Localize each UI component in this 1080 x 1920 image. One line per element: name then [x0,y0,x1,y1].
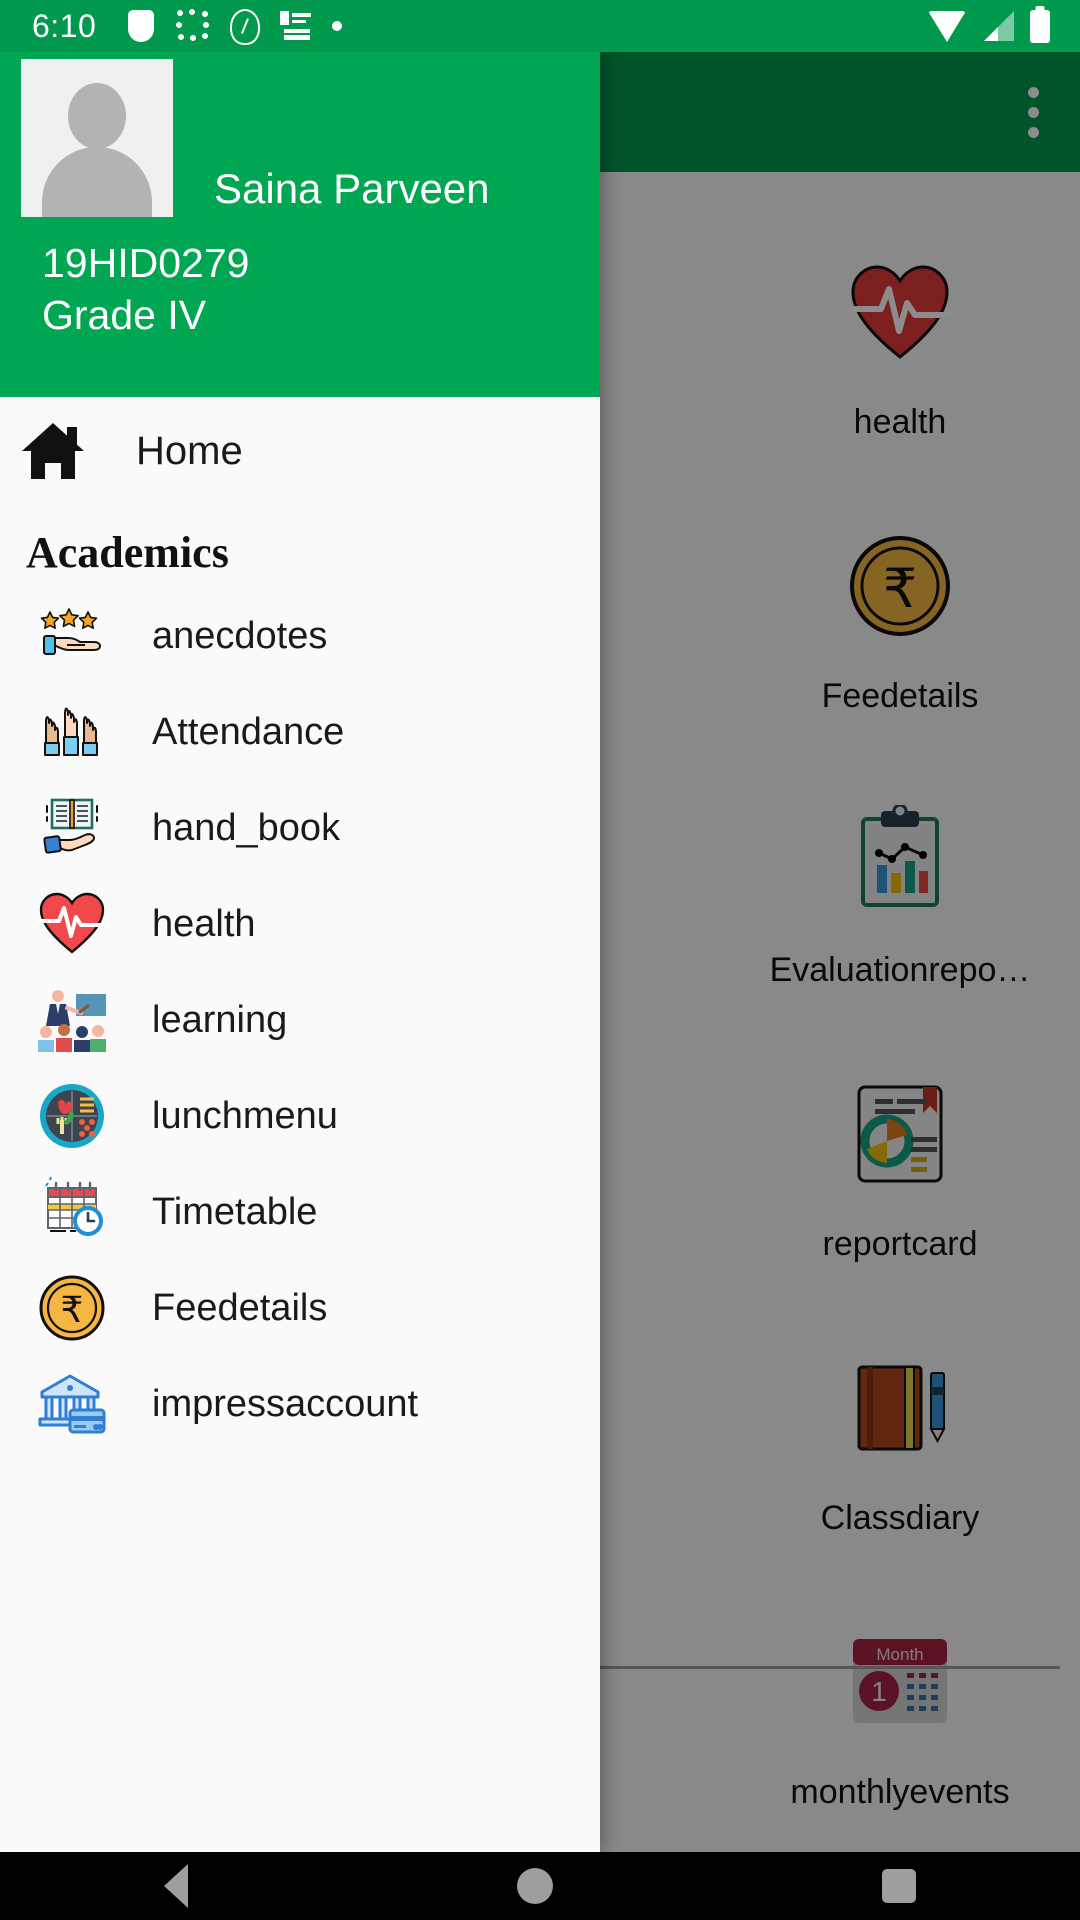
wifi-icon [928,10,966,42]
drawer-item-home[interactable]: Home [0,397,600,505]
drawer-item-feedetails[interactable]: ₹ Feedetails [0,1260,600,1356]
profile-id: 19HID0279 [42,240,250,286]
drawer-item-learning[interactable]: learning [0,972,600,1068]
profile-grade: Grade IV [42,292,207,338]
recents-button[interactable] [881,1869,916,1903]
drawer-item-impressaccount[interactable]: impressaccount [0,1356,600,1452]
raised-hands-icon [36,696,108,768]
shield-badge-icon [124,9,158,43]
system-navigation-bar [0,1852,1080,1920]
drawer-item-hand-book[interactable]: hand_book [0,780,600,876]
status-bar-system-icons [928,9,1050,43]
drawer-item-health[interactable]: health [0,876,600,972]
drawer-item-label: Timetable [152,1190,318,1233]
drawer-item-label: learning [152,998,288,1041]
drawer-item-label: Attendance [152,710,345,753]
cellular-signal-icon [982,11,1014,41]
drawer-item-label: hand_book [152,806,341,849]
food-tray-icon [36,1080,108,1152]
status-bar-clock: 6:10 [32,7,97,44]
status-bar: 6:10 [0,0,1080,52]
back-button[interactable] [164,1864,189,1908]
rupee-coin-icon: ₹ [36,1272,108,1344]
navigation-drawer: Saina Parveen 19HID0279 Grade IV Home Ac… [0,52,600,1852]
drawer-item-label: health [152,902,256,945]
drawer-section-academics: Academics [26,528,229,577]
drawer-item-label: anecdotes [152,614,328,657]
drawer-item-label: Feedetails [152,1286,328,1329]
calendar-clock-icon [36,1176,108,1248]
drawer-item-label: lunchmenu [152,1094,338,1137]
open-book-on-hand-icon [36,792,108,864]
hand-holding-stars-icon [36,600,108,672]
small-dot-icon [332,9,366,43]
drawer-item-lunchmenu[interactable]: lunchmenu [0,1068,600,1164]
classroom-teaching-icon [36,984,108,1056]
svg-text:₹: ₹ [61,1289,84,1330]
drawer-profile-header: Saina Parveen 19HID0279 Grade IV [0,52,600,397]
battery-icon [1030,9,1050,43]
drawer-item-anecdotes[interactable]: anecdotes [0,588,600,684]
home-button[interactable] [516,1868,553,1904]
home-icon [22,423,84,479]
profile-name: Saina Parveen [214,165,490,212]
drawer-item-label: impressaccount [152,1382,419,1425]
dotted-logo-icon [176,9,211,43]
avatar[interactable] [21,59,173,217]
school-crest-icon [228,9,262,45]
iris-school-logo-icon [280,9,314,43]
drawer-item-attendance[interactable]: Attendance [0,684,600,780]
phone-screen: SCHOO… health [0,0,1080,1920]
heartbeat-icon [36,888,108,960]
drawer-item-label: Home [136,428,243,473]
drawer-item-timetable[interactable]: Timetable [0,1164,600,1260]
bank-card-icon [36,1368,108,1440]
notification-icons [124,9,366,45]
